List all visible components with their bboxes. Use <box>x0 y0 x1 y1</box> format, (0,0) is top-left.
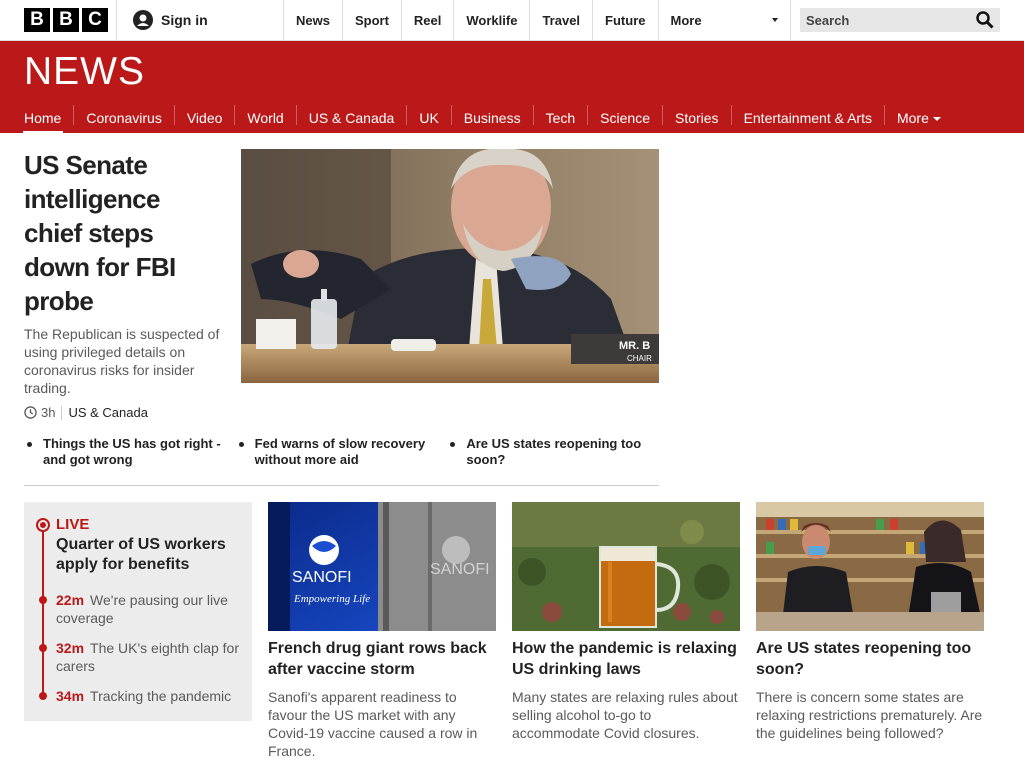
story-title[interactable]: How the pandemic is relaxing US drinking… <box>512 638 740 680</box>
related-link-text: Fed warns of slow recovery without more … <box>254 436 426 467</box>
meta-divider <box>61 405 63 420</box>
top-bar: B B C Sign in News Sport Reel Worklife T… <box>0 0 1024 41</box>
timeline-dot-icon <box>39 644 47 652</box>
nav-entertainment-arts[interactable]: Entertainment & Arts <box>730 105 884 126</box>
hero-summary: The Republican is suspected of using pri… <box>24 326 220 396</box>
live-icon <box>36 518 50 532</box>
story-title[interactable]: French drug giant rows back after vaccin… <box>268 638 496 680</box>
sanofi-tagline: Empowering Life <box>293 593 370 605</box>
timeline-dot-icon <box>39 692 47 700</box>
user-icon <box>133 10 153 30</box>
story-summary: Sanofi's apparent readiness to favour th… <box>268 689 478 759</box>
placard-text: MR. B <box>619 340 650 352</box>
story-card[interactable]: How the pandemic is relaxing US drinking… <box>512 502 740 742</box>
live-label: LIVE <box>56 516 90 533</box>
global-nav-travel[interactable]: Travel <box>530 0 594 40</box>
search-icon[interactable] <box>976 11 994 29</box>
caret-down-icon <box>932 117 941 121</box>
story-summary: Many states are relaxing rules about sel… <box>512 689 738 741</box>
story-image[interactable] <box>756 502 984 631</box>
shop-workers-photo <box>756 502 984 631</box>
nav-home[interactable]: Home <box>22 105 73 135</box>
live-entry-time: 32m <box>56 640 85 656</box>
search-placeholder: Search <box>806 12 850 28</box>
placard-subtext: CHAIR <box>627 354 652 363</box>
related-link[interactable]: Are US states reopening too soon? <box>447 436 659 468</box>
nav-tech[interactable]: Tech <box>532 105 588 126</box>
hero-image[interactable]: MR. B CHAIR <box>241 149 659 383</box>
sanofi-photo: SANOFI Empowering Life SANOFI <box>268 502 496 631</box>
story-card[interactable]: SANOFI Empowering Life SANOFI French dru… <box>268 502 496 760</box>
related-link[interactable]: Things the US has got right - and got wr… <box>24 436 236 468</box>
sanofi-logo-text-reflection: SANOFI <box>430 561 490 578</box>
nav-stories[interactable]: Stories <box>661 105 731 126</box>
timeline-dot-icon <box>39 596 47 604</box>
related-link[interactable]: Fed warns of slow recovery without more … <box>236 436 448 468</box>
beer-mug-photo <box>512 502 740 631</box>
hero-headline[interactable]: US Senate intelligence chief steps down … <box>24 148 224 318</box>
global-nav-worklife[interactable]: Worklife <box>454 0 531 40</box>
hero-section-tag[interactable]: US & Canada <box>68 405 148 420</box>
hero-timestamp: 3h <box>41 405 56 420</box>
story-summary: There is concern some states are relaxin… <box>756 689 983 741</box>
bullet-icon <box>27 442 32 447</box>
bbc-logo[interactable]: B B C <box>24 8 108 32</box>
live-title[interactable]: Quarter of US workers apply for benefits <box>56 535 246 575</box>
story-image[interactable] <box>512 502 740 631</box>
related-link-text: Are US states reopening too soon? <box>466 436 642 467</box>
live-entry-text: Tracking the pandemic <box>90 688 232 704</box>
news-logo[interactable]: NEWS <box>24 52 145 91</box>
bullet-icon <box>450 442 456 447</box>
nav-science[interactable]: Science <box>587 105 662 126</box>
nav-video[interactable]: Video <box>173 105 235 126</box>
global-nav-more-label: More <box>670 12 702 28</box>
related-link-text: Things the US has got right - and got wr… <box>43 436 221 467</box>
global-nav-more[interactable]: More <box>659 0 791 40</box>
story-title[interactable]: Are US states reopening too soon? <box>756 638 984 680</box>
bullet-icon <box>238 442 244 447</box>
sign-in-label: Sign in <box>161 12 208 28</box>
bbc-global-nav: News Sport Reel Worklife Travel Future M… <box>284 0 791 40</box>
live-panel[interactable]: LIVE Quarter of US workers apply for ben… <box>24 502 252 721</box>
related-links: Things the US has got right - and got wr… <box>24 436 659 468</box>
story-image[interactable]: SANOFI Empowering Life SANOFI <box>268 502 496 631</box>
nav-more[interactable]: More <box>883 105 953 126</box>
hero-meta: 3h US & Canada <box>24 405 148 420</box>
sign-in-link[interactable]: Sign in <box>116 0 284 40</box>
nav-more-label: More <box>896 110 929 126</box>
global-nav-reel[interactable]: Reel <box>402 0 455 40</box>
news-nav: Home Coronavirus Video World US & Canada… <box>22 101 953 135</box>
search-box[interactable]: Search <box>800 8 1000 32</box>
sanofi-logo-text: SANOFI <box>292 569 352 586</box>
news-header: NEWS Home Coronavirus Video World US & C… <box>0 41 1024 135</box>
nav-world[interactable]: World <box>234 105 295 126</box>
live-entry-time: 34m <box>56 688 85 704</box>
nav-coronavirus[interactable]: Coronavirus <box>73 105 173 126</box>
clock-icon <box>24 406 37 419</box>
global-nav-sport[interactable]: Sport <box>343 0 402 40</box>
nav-uk[interactable]: UK <box>406 105 450 126</box>
section-divider <box>24 485 659 486</box>
nav-us-canada[interactable]: US & Canada <box>295 105 407 126</box>
story-card[interactable]: Are US states reopening too soon? There … <box>756 502 984 742</box>
global-nav-future[interactable]: Future <box>593 0 659 40</box>
bbc-logo-letter: C <box>82 8 108 32</box>
live-entry[interactable]: 34m Tracking the pandemic <box>56 687 244 705</box>
senator-photo: MR. B CHAIR <box>241 149 659 383</box>
live-entry[interactable]: 32m The UK's eighth clap for carers <box>56 639 244 675</box>
bbc-logo-letter: B <box>24 8 50 32</box>
bbc-logo-letter: B <box>53 8 79 32</box>
global-nav-news[interactable]: News <box>284 0 343 40</box>
nav-business[interactable]: Business <box>450 105 533 126</box>
live-timeline-rail <box>42 528 44 696</box>
caret-down-icon <box>771 18 778 22</box>
live-entry[interactable]: 22m We're pausing our live coverage <box>56 591 244 627</box>
live-entry-time: 22m <box>56 592 85 608</box>
